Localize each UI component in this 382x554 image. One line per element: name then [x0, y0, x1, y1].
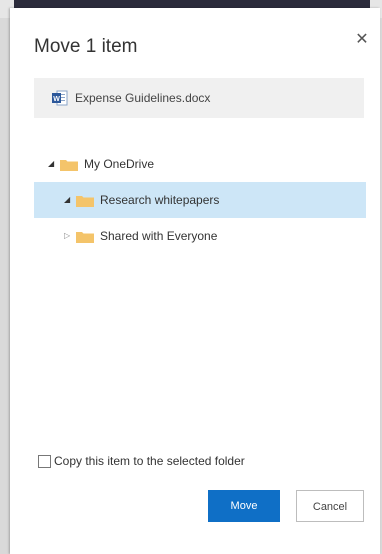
cancel-button[interactable]: Cancel: [296, 490, 364, 522]
tree-node-label: Shared with Everyone: [100, 229, 218, 243]
svg-text:W: W: [53, 96, 60, 103]
expanded-triangle-icon[interactable]: ◢: [48, 159, 56, 169]
move-dialog: Move 1 item ✕ W Expense Guidelines.docx …: [10, 8, 380, 554]
move-button[interactable]: Move: [208, 490, 280, 522]
copy-checkbox[interactable]: [38, 455, 51, 468]
tree-node-my-onedrive[interactable]: ◢ My OneDrive: [34, 146, 366, 182]
tree-node-research-whitepapers[interactable]: ◢ Research whitepapers: [34, 182, 366, 218]
tree-node-shared-with-everyone[interactable]: ▷ Shared with Everyone: [34, 218, 366, 254]
collapsed-triangle-icon[interactable]: ▷: [64, 231, 72, 241]
folder-tree: ◢ My OneDrive ◢ Research whitepapers ▷ S…: [34, 146, 366, 254]
background-strip: [14, 0, 370, 8]
folder-icon: [60, 160, 78, 171]
folder-icon: [76, 196, 94, 207]
selected-file-box: W Expense Guidelines.docx: [34, 78, 364, 118]
file-name: Expense Guidelines.docx: [75, 91, 211, 105]
close-icon[interactable]: ✕: [354, 32, 370, 48]
word-document-icon: W: [52, 90, 68, 106]
expanded-triangle-icon[interactable]: ◢: [64, 195, 72, 205]
tree-node-label: Research whitepapers: [100, 193, 220, 207]
copy-checkbox-label[interactable]: Copy this item to the selected folder: [54, 454, 245, 468]
dialog-title: Move 1 item: [34, 36, 138, 57]
folder-icon: [76, 232, 94, 243]
tree-node-label: My OneDrive: [84, 157, 155, 171]
